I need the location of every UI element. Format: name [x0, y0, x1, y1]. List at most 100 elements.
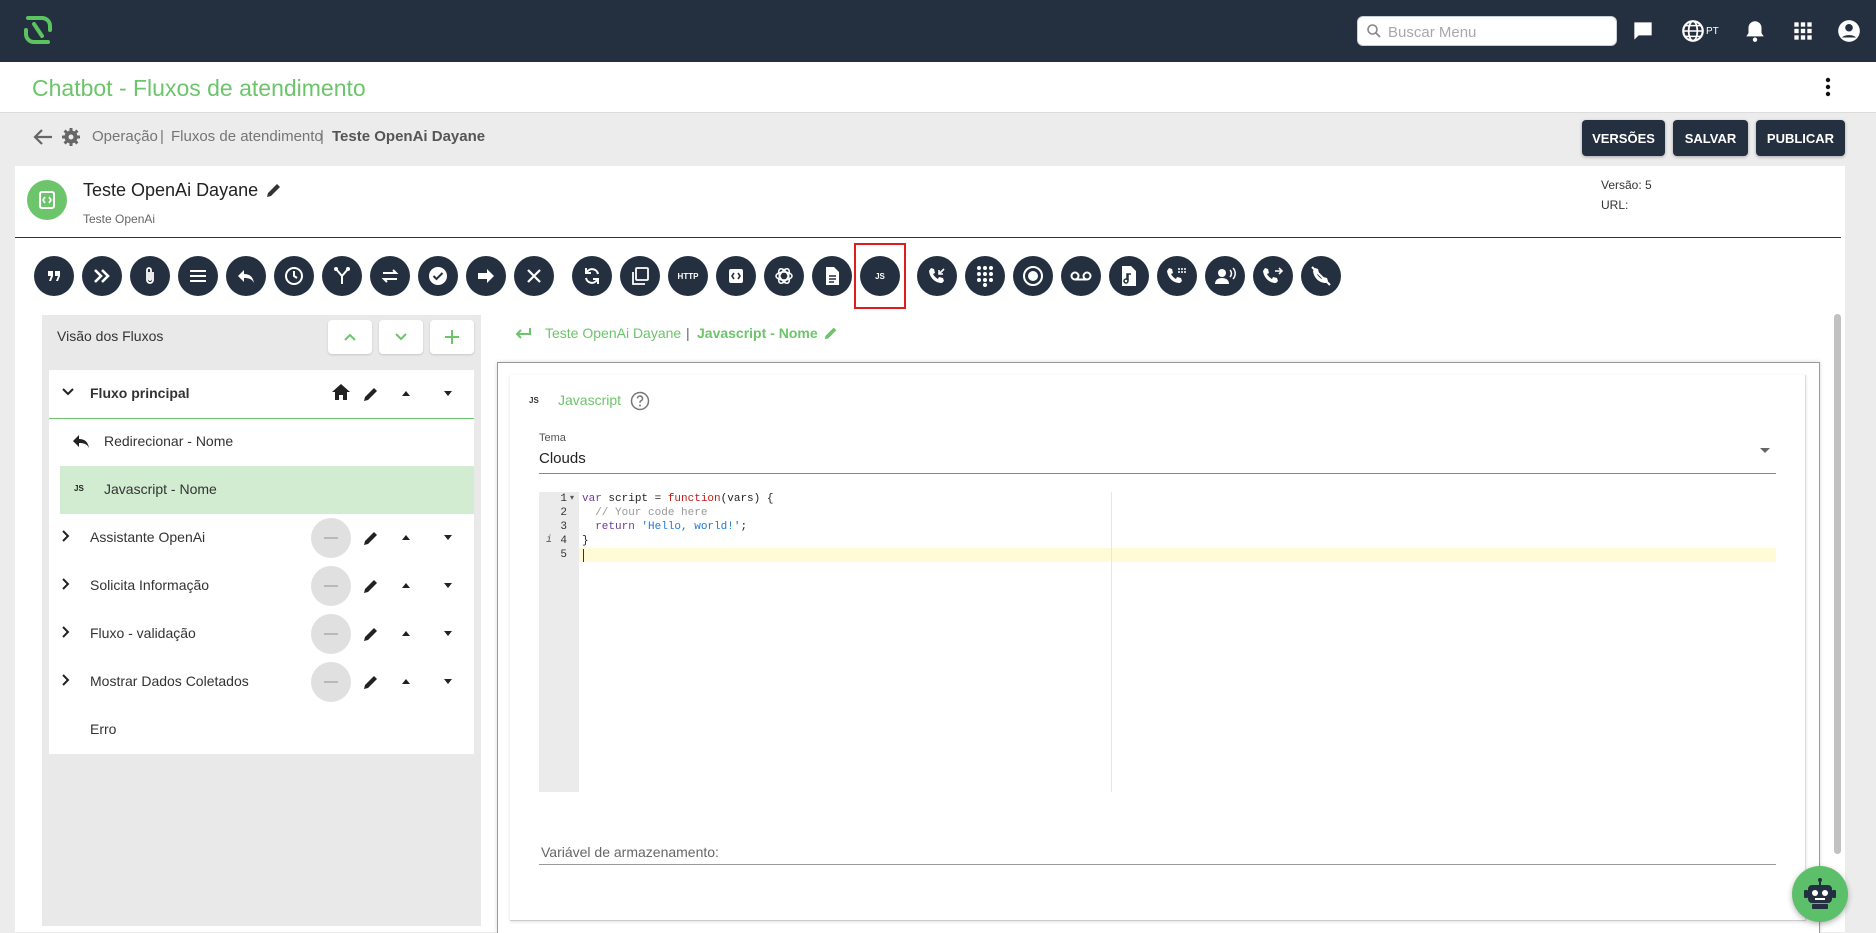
swap-button[interactable] [370, 256, 410, 296]
search-box[interactable] [1357, 16, 1617, 46]
active-line [579, 548, 1776, 562]
language-label[interactable]: PT [1706, 26, 1719, 37]
edit-pencil-icon[interactable] [361, 384, 381, 404]
tree-row-javascript[interactable]: JS Javascript - Nome [60, 466, 474, 514]
condition-button[interactable] [322, 256, 362, 296]
http-request-button[interactable]: HTTP [668, 256, 708, 296]
edit-pencil-icon[interactable] [264, 180, 284, 200]
editor-breadcrumb-flow[interactable]: Teste OpenAi Dayane [545, 325, 681, 341]
dropdown-arrow-icon[interactable] [1760, 448, 1770, 453]
chat-icon[interactable] [1630, 18, 1656, 44]
chevron-right-icon[interactable] [61, 673, 71, 687]
collapse-button[interactable] [311, 566, 351, 606]
openai-button[interactable] [764, 256, 804, 296]
home-icon[interactable] [331, 383, 351, 401]
redirect-button[interactable] [226, 256, 266, 296]
move-down-button[interactable] [379, 320, 423, 354]
versions-button[interactable]: VERSÕES [1582, 120, 1665, 156]
dialpad-button[interactable] [965, 256, 1005, 296]
caret-up-icon[interactable] [401, 533, 411, 541]
refresh-icon [585, 268, 599, 284]
chevron-right-icon[interactable] [61, 577, 71, 591]
caret-down-icon[interactable] [443, 678, 453, 686]
edit-pencil-icon[interactable] [822, 324, 840, 342]
globe-icon[interactable] [1680, 18, 1706, 44]
menu-list-button[interactable] [178, 256, 218, 296]
voice-agent-icon [1215, 267, 1236, 284]
go-to-button[interactable] [466, 256, 506, 296]
check-circle-icon [429, 267, 447, 285]
breadcrumb-fluxos[interactable]: Fluxos de atendimento [171, 128, 323, 145]
audio-file-button[interactable] [1109, 256, 1149, 296]
chevron-right-icon[interactable] [61, 529, 71, 543]
caret-down-icon[interactable] [443, 630, 453, 638]
tree-row-main-flow[interactable]: Fluxo principal [49, 370, 474, 419]
caret-up-icon[interactable] [401, 677, 411, 685]
call-end-button[interactable] [1301, 256, 1341, 296]
search-input[interactable] [1386, 21, 1610, 43]
document-button[interactable] [812, 256, 852, 296]
collapse-button[interactable] [311, 614, 351, 654]
phone-keypad-button[interactable] [1157, 256, 1197, 296]
scrollbar[interactable] [1834, 314, 1841, 854]
tree-row-show-data[interactable]: Mostrar Dados Coletados [49, 658, 474, 706]
call-transfer-button[interactable] [1253, 256, 1293, 296]
storage-variable-input[interactable] [539, 840, 1780, 864]
call-end-icon [1311, 266, 1331, 286]
apps-grid-icon[interactable] [1790, 18, 1816, 44]
voicemail-button[interactable] [1061, 256, 1101, 296]
return-arrow-icon[interactable] [514, 326, 532, 340]
breadcrumb-operacao[interactable]: Operação [92, 128, 158, 145]
plus-icon [445, 330, 459, 344]
add-flow-button[interactable] [430, 320, 474, 354]
caret-up-icon[interactable] [401, 581, 411, 589]
app-logo-icon[interactable] [20, 12, 56, 48]
caret-down-icon[interactable] [443, 390, 453, 398]
caret-down-icon[interactable] [443, 582, 453, 590]
validate-button[interactable] [418, 256, 458, 296]
chevron-right-icon[interactable] [61, 625, 71, 639]
collapse-button[interactable] [311, 662, 351, 702]
edit-pencil-icon[interactable] [361, 624, 381, 644]
edit-pencil-icon[interactable] [361, 528, 381, 548]
fold-arrow-icon[interactable]: ▾ [570, 493, 574, 503]
attachment-button[interactable] [130, 256, 170, 296]
account-icon[interactable] [1836, 18, 1862, 44]
caret-up-icon[interactable] [401, 389, 411, 397]
move-up-button[interactable] [328, 320, 372, 354]
double-chevron-button[interactable] [82, 256, 122, 296]
theme-underline [539, 473, 1776, 474]
chevron-down-icon[interactable] [61, 387, 75, 397]
tree-row-assistant[interactable]: Assistante OpenAi [49, 514, 474, 562]
more-vertical-icon[interactable] [1824, 76, 1832, 98]
edit-pencil-icon[interactable] [361, 576, 381, 596]
loop-button[interactable] [572, 256, 612, 296]
help-circle-icon[interactable] [630, 391, 650, 411]
incoming-call-button[interactable] [917, 256, 957, 296]
theme-select[interactable]: Clouds [539, 450, 586, 467]
code-block-button[interactable] [716, 256, 756, 296]
chatbot-assistant-button[interactable] [1792, 866, 1848, 922]
tree-row-error[interactable]: Erro [49, 706, 474, 754]
caret-up-icon[interactable] [401, 629, 411, 637]
code-bracket-icon [39, 191, 55, 209]
end-button[interactable] [514, 256, 554, 296]
wait-button[interactable] [274, 256, 314, 296]
record-icon [1023, 266, 1043, 286]
tree-row-validation[interactable]: Fluxo - validação [49, 610, 474, 658]
edit-pencil-icon[interactable] [361, 672, 381, 692]
record-button[interactable] [1013, 256, 1053, 296]
back-arrow-icon[interactable] [32, 127, 54, 147]
phone-keypad-icon [1167, 268, 1186, 283]
copy-button[interactable] [620, 256, 660, 296]
caret-down-icon[interactable] [443, 534, 453, 542]
tree-row-request-info[interactable]: Solicita Informação [49, 562, 474, 610]
collapse-button[interactable] [311, 518, 351, 558]
save-button[interactable]: SALVAR [1673, 120, 1748, 156]
bell-icon[interactable] [1742, 18, 1768, 44]
voice-agent-button[interactable] [1205, 256, 1245, 296]
quote-block-button[interactable] [34, 256, 74, 296]
tree-row-redirect[interactable]: Redirecionar - Nome [49, 418, 474, 466]
publish-button[interactable]: PUBLICAR [1756, 120, 1845, 156]
code-editor[interactable]: 1 ▾ 2 3 i 4 5 var script = function(vars… [539, 492, 1776, 792]
